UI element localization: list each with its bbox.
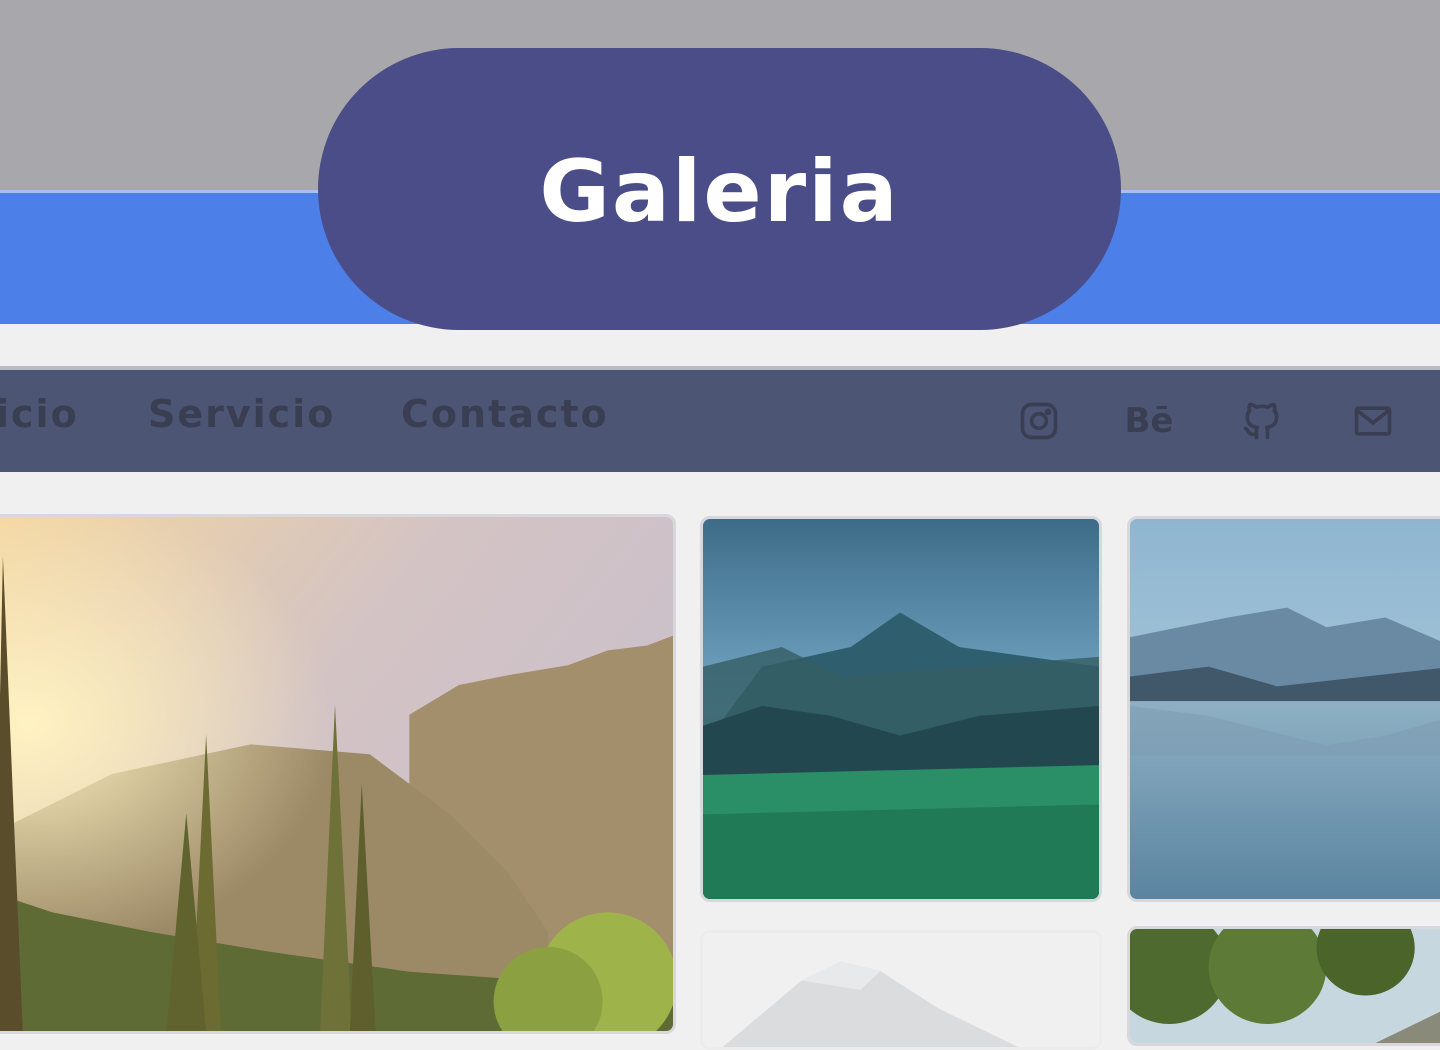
gallery-image-mountain-lake[interactable] [1127, 516, 1440, 902]
gallery-image-forest-sunrise[interactable] [0, 514, 676, 1034]
nav-bar: icio Servicio Contacto Bē [0, 366, 1440, 472]
behance-icon[interactable]: Bē [1124, 396, 1174, 446]
instagram-icon[interactable] [1014, 396, 1064, 446]
gallery-image-tree-canopy[interactable] [1127, 926, 1440, 1046]
behance-label: Bē [1124, 401, 1174, 441]
github-icon[interactable] [1237, 396, 1287, 446]
nav-link-servicio[interactable]: Servicio [148, 392, 335, 436]
mail-icon[interactable] [1348, 396, 1398, 446]
gallery-image-snowy-peak[interactable] [700, 930, 1102, 1050]
nav-link-inicio[interactable]: icio [0, 392, 79, 436]
gallery-image-green-valley[interactable] [700, 516, 1102, 902]
page-title: Galeria [539, 142, 900, 242]
nav-link-contacto[interactable]: Contacto [401, 392, 609, 436]
page-title-pill: Galeria [318, 48, 1121, 330]
